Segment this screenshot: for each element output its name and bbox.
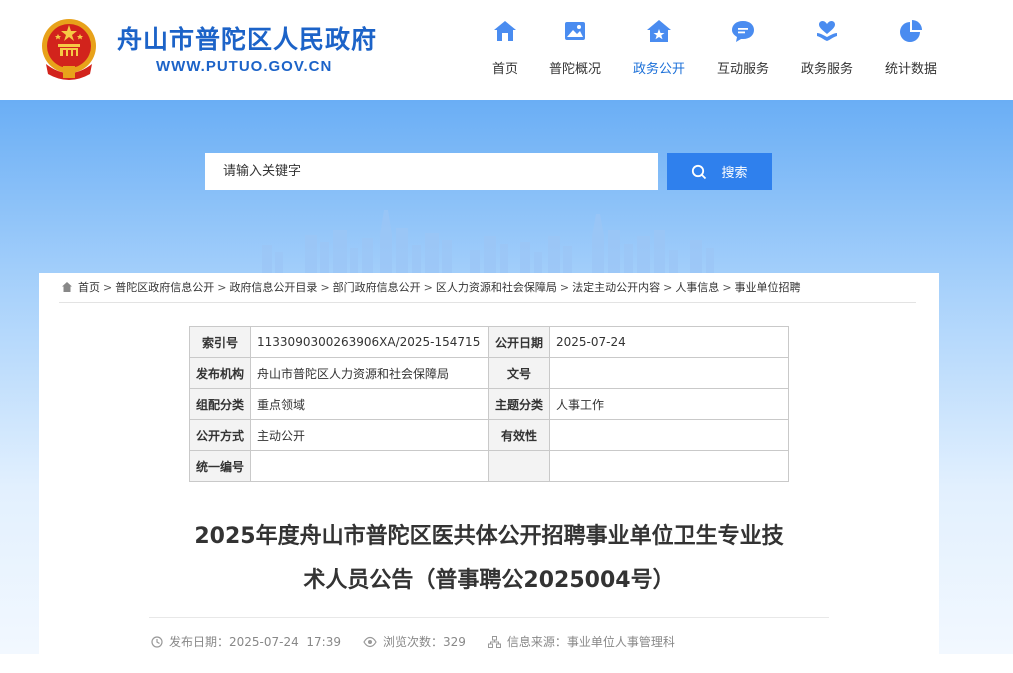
views-value: 329	[442, 634, 466, 649]
site-url: WWW.PUTUO.GOV.CN	[156, 58, 333, 75]
breadcrumb-separator: >	[217, 280, 227, 294]
search-input[interactable]	[205, 153, 658, 190]
house-star-icon	[647, 20, 671, 42]
search-button-label: 搜索	[721, 166, 748, 181]
search-button[interactable]: 搜索	[667, 153, 772, 190]
table-row: 公开方式 主动公开 有效性	[188, 419, 789, 451]
breadcrumb-separator: >	[559, 280, 570, 294]
breadcrumb-item[interactable]: 法定主动公开内容	[572, 279, 660, 295]
pie-chart-icon	[900, 20, 922, 42]
breadcrumb-item[interactable]: 政府信息公开目录	[229, 279, 317, 295]
meta-key: 主题分类	[487, 388, 551, 420]
breadcrumb: 首页 > 普陀区政府信息公开 > 政府信息公开目录 > 部门政府信息公开 > 区人力资源…	[61, 279, 801, 295]
meta-value	[549, 357, 789, 389]
document-meta-table: 索引号 1133090300263906XA/2025-154715 公开日期 …	[188, 326, 789, 482]
breadcrumb-item[interactable]: 区人力资源和社会保障局	[436, 279, 557, 295]
home-icon	[62, 282, 72, 292]
table-row: 索引号 1133090300263906XA/2025-154715 公开日期 …	[188, 326, 789, 358]
meta-value: 人事工作	[549, 388, 789, 420]
content-card: 首页 > 普陀区政府信息公开 > 政府信息公开目录 > 部门政府信息公开 > 区人力资源…	[39, 273, 939, 673]
city-skyline-illustration	[262, 210, 714, 280]
meta-value: 1133090300263906XA/2025-154715	[250, 326, 489, 358]
meta-key: 公开日期	[487, 326, 551, 358]
search-icon	[692, 164, 707, 179]
meta-key: 组配分类	[188, 388, 252, 420]
table-row: 发布机构 舟山市普陀区人力资源和社会保障局 文号	[188, 357, 789, 389]
meta-key: 发布机构	[188, 357, 252, 389]
nav-label: 政务服务	[800, 62, 853, 77]
nav-item-interactive[interactable]: 互动服务	[701, 18, 785, 82]
views-label: 浏览次数：	[382, 635, 443, 649]
divider	[59, 302, 916, 303]
breadcrumb-item[interactable]: 首页	[78, 279, 100, 295]
breadcrumb-item[interactable]: 人事信息	[675, 279, 719, 295]
site-header: 舟山市普陀区人民政府 WWW.PUTUO.GOV.CN 首页 普陀概况 政务公开…	[0, 0, 1013, 100]
table-row: 组配分类 重点领域 主题分类 人事工作	[188, 388, 789, 420]
article-title-line: 术人员公告（普事聘公2025004号）	[303, 568, 675, 593]
meta-value: 重点领域	[250, 388, 489, 420]
clock-icon	[151, 635, 163, 648]
breadcrumb-item[interactable]: 事业单位招聘	[735, 279, 801, 295]
publish-date: 发布日期： 2025-07-24 17:39	[151, 633, 341, 650]
chat-bubble-icon	[732, 21, 754, 42]
publish-value: 2025-07-24 17:39	[229, 634, 341, 649]
breadcrumb-item[interactable]: 部门政府信息公开	[333, 279, 421, 295]
article-title: 2025年度舟山市普陀区医共体公开招聘事业单位卫生专业技 术人员公告（普事聘公2…	[149, 515, 829, 603]
meta-key: 公开方式	[188, 419, 252, 451]
breadcrumb-item[interactable]: 普陀区政府信息公开	[115, 279, 214, 295]
national-emblem-logo[interactable]	[38, 16, 100, 82]
source-value: 事业单位人事管理科	[566, 635, 675, 649]
nav-item-overview[interactable]: 普陀概况	[533, 18, 617, 82]
heart-hand-icon	[817, 21, 837, 41]
view-count: 浏览次数： 329	[363, 633, 466, 650]
article-title-line: 2025年度舟山市普陀区医共体公开招聘事业单位卫生专业技	[194, 524, 784, 549]
home-icon	[494, 21, 516, 41]
divider	[149, 617, 829, 618]
table-row: 统一编号	[188, 450, 789, 482]
image-icon	[565, 22, 585, 40]
nav-label: 普陀概况	[548, 62, 601, 77]
meta-value	[250, 450, 489, 482]
article-info-bar: 发布日期： 2025-07-24 17:39 浏览次数： 329 信息来源： 事业单位…	[151, 633, 697, 650]
meta-key-empty	[487, 450, 551, 482]
publish-label: 发布日期：	[169, 635, 230, 649]
nav-item-statistics[interactable]: 统计数据	[869, 18, 953, 82]
meta-value: 舟山市普陀区人力资源和社会保障局	[250, 357, 489, 389]
meta-key: 索引号	[188, 326, 252, 358]
meta-key: 文号	[487, 357, 551, 389]
meta-value	[549, 419, 789, 451]
nav-item-gov-services[interactable]: 政务服务	[785, 18, 869, 82]
org-chart-icon	[487, 635, 501, 648]
breadcrumb-separator: >	[320, 280, 330, 294]
eye-icon	[363, 636, 377, 647]
site-title: 舟山市普陀区人民政府	[117, 25, 378, 54]
meta-key: 统一编号	[188, 450, 252, 482]
nav-label: 政务公开	[632, 62, 685, 77]
breadcrumb-separator: >	[103, 280, 113, 294]
nav-label: 互动服务	[716, 62, 769, 77]
meta-value: 2025-07-24	[549, 326, 789, 358]
breadcrumb-separator: >	[663, 280, 673, 294]
breadcrumb-separator: >	[423, 280, 433, 294]
meta-key: 有效性	[487, 419, 551, 451]
meta-value-empty	[549, 450, 789, 482]
nav-item-gov-affairs[interactable]: 政务公开	[617, 18, 701, 82]
info-source: 信息来源： 事业单位人事管理科	[487, 633, 675, 650]
breadcrumb-separator: >	[722, 280, 732, 294]
meta-value: 主动公开	[250, 419, 489, 451]
nav-label: 统计数据	[884, 62, 937, 77]
source-label: 信息来源：	[506, 635, 567, 649]
